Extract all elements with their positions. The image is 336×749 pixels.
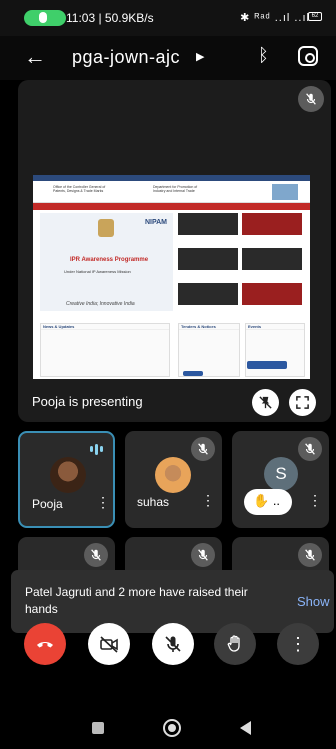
presentation-tile[interactable]: Office of the Controller General of Pate… [18, 80, 331, 422]
meeting-header: ← pga-jown-ajc ▶ ᛒ [0, 36, 336, 80]
participant-name: suhas [137, 495, 170, 509]
pin-off-icon [259, 396, 272, 409]
end-call-button[interactable] [24, 623, 66, 665]
slide-subtitle: Under National IP Awareness Mission [64, 269, 131, 274]
mic-off-icon [165, 636, 181, 652]
call-ongoing-indicator[interactable] [24, 10, 66, 26]
speaking-icon [90, 443, 106, 455]
more-vert-icon: ⋮ [289, 634, 307, 654]
meeting-code[interactable]: pga-jown-ajc [72, 47, 180, 68]
avatar: S [264, 457, 298, 491]
news-column: News & Updates [40, 323, 170, 377]
slide-title: IPR Awareness Programme [70, 257, 149, 263]
muted-icon [298, 543, 322, 567]
switch-camera-icon[interactable] [298, 46, 318, 66]
more-vert-icon[interactable]: ⋮ [201, 493, 215, 507]
participant-tile-s[interactable]: S ✋ .. ⋮ [232, 431, 329, 528]
participant-tile-pooja[interactable]: Pooja ⋮ [18, 431, 115, 528]
muted-icon [191, 437, 215, 461]
more-options-button[interactable]: ⋮ [277, 623, 319, 665]
muted-icon [191, 543, 215, 567]
chevron-right-icon[interactable]: ▶ [196, 50, 204, 63]
participant-tile-suhas[interactable]: suhas ⋮ [125, 431, 222, 528]
presenter-muted-icon [298, 86, 324, 112]
participant-name: Pooja [32, 497, 63, 511]
recents-button[interactable] [92, 722, 104, 734]
emblem-icon [98, 219, 114, 237]
home-button[interactable] [163, 719, 181, 737]
status-bar: 11:03 | 50.9KB/s ✱ ᴿᵃᵈ ..ıl ..ıl 62 [0, 0, 336, 36]
site-header-text: Office of the Controller General of Pate… [53, 185, 106, 193]
avatar [50, 457, 86, 493]
avatar [155, 457, 191, 493]
bluetooth-icon[interactable]: ᛒ [258, 45, 269, 66]
tenders-column: Tenders & Notices [178, 323, 240, 377]
status-time: 11:03 | 50.9KB/s [66, 11, 154, 25]
muted-icon [298, 437, 322, 461]
battery-icon: 62 [308, 12, 322, 21]
notification-text: Patel Jagruti and 2 more have raised the… [25, 585, 248, 616]
camera-off-icon [100, 636, 118, 653]
nipam-brand: NIPAM [144, 219, 167, 226]
slide-tagline: Creative India; Innovative India [66, 301, 135, 307]
site-logo [272, 184, 298, 200]
site-header-text-2: Department for Promotion of Industry and… [153, 185, 198, 193]
back-nav-button[interactable] [240, 721, 251, 735]
site-quick-links [178, 213, 304, 311]
end-call-icon [37, 642, 53, 648]
unpin-button[interactable] [252, 389, 279, 416]
status-indicators: ✱ ᴿᵃᵈ ..ıl ..ıl [240, 12, 310, 24]
more-vert-icon[interactable]: ⋮ [308, 493, 322, 507]
system-nav-bar [0, 704, 336, 749]
raise-hand-button[interactable] [214, 623, 256, 665]
site-banner-slide: NIPAM IPR Awareness Programme Under Nati… [40, 213, 173, 311]
fullscreen-button[interactable] [289, 389, 316, 416]
shared-screen: Office of the Controller General of Pate… [33, 175, 310, 379]
mic-icon [39, 12, 47, 23]
raised-hand-chip: ✋ .. [244, 489, 292, 515]
microphone-toggle-button[interactable] [152, 623, 194, 665]
raise-hand-icon [227, 635, 240, 652]
muted-icon [84, 543, 108, 567]
camera-toggle-button[interactable] [88, 623, 130, 665]
presenter-label: Pooja is presenting [32, 394, 143, 409]
more-vert-icon[interactable]: ⋮ [96, 495, 110, 509]
fullscreen-icon [296, 396, 309, 409]
show-button[interactable]: Show [297, 594, 330, 609]
back-button[interactable]: ← [24, 44, 46, 70]
